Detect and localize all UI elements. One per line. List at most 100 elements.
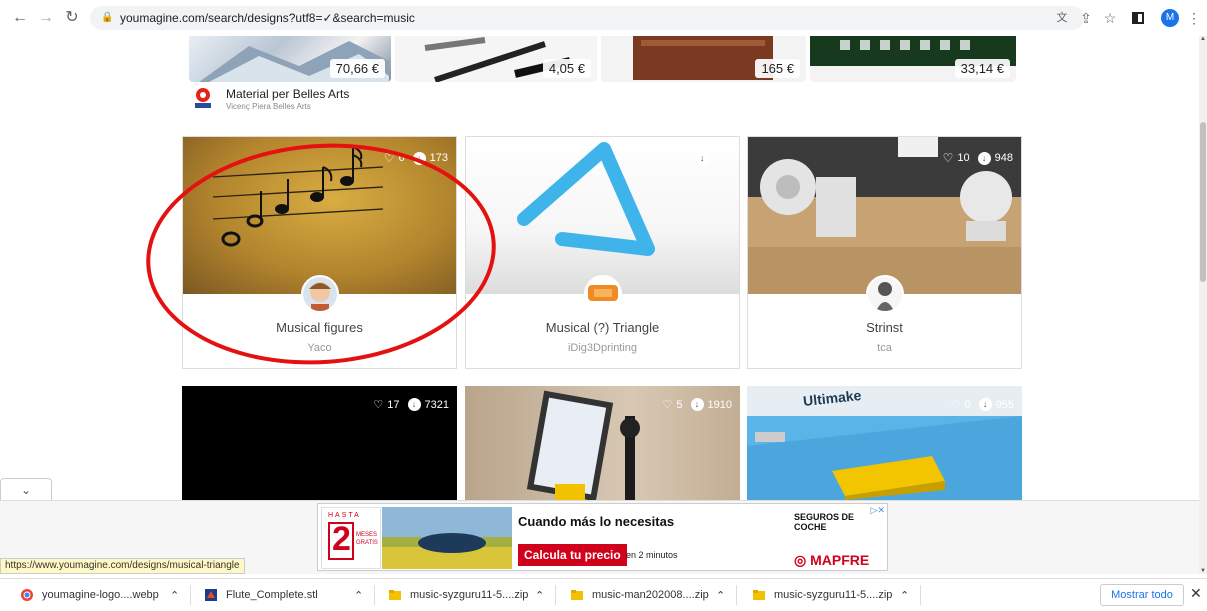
author-avatar[interactable] [866,275,904,313]
idig-logo-avatar [588,285,618,301]
product-price: 165 € [755,59,800,78]
download-separator [920,585,921,605]
reload-icon[interactable]: ↻ [62,8,82,28]
heart-icon: ♡ [950,399,961,411]
chevron-up-icon[interactable]: ⌃ [535,579,544,611]
likes-count: 10 [957,152,970,164]
ad-gratis: GRATIS [356,540,378,546]
design-thumbnail[interactable]: ♡ 10 ↓ 948 [748,137,1021,294]
download-icon: ↓ [407,398,421,411]
scroll-down-arrow-icon[interactable]: ▼ [1199,568,1207,574]
download-item[interactable]: music-man202008....zip [570,579,709,611]
chevron-up-icon[interactable]: ⌃ [900,579,909,611]
author-avatar[interactable] [584,275,622,313]
ad-car-image [382,507,512,569]
lock-icon: 🔒 [101,12,114,23]
downloads-count: 7321 [424,398,449,411]
scrollbar-thumb[interactable] [1200,122,1206,282]
product-price: 70,66 € [329,59,385,78]
chrome-file-icon [21,589,33,601]
download-item[interactable]: Flute_Complete.stl [204,579,318,611]
bookmark-star-icon[interactable]: ☆ [1100,8,1120,28]
download-filename: music-man202008....zip [592,589,709,601]
design-stats: ♡ 0 ↓ 955 [951,398,1014,411]
design-card[interactable]: ♡ 5 ↓ 1910 [465,386,740,500]
profile-avatar[interactable]: M [1161,9,1179,27]
design-card[interactable]: ♡ 0 ↓ 247 Musical (?) Triangle iDig3Dpri… [465,136,740,369]
chevron-up-icon[interactable]: ⌃ [716,579,725,611]
design-author[interactable]: tca [748,342,1021,354]
download-item[interactable]: youmagine-logo....webp [20,579,159,611]
downloads-count: 1910 [707,398,732,411]
ad-cta-button[interactable]: Calcula tu precio [518,544,627,566]
download-separator [190,585,191,605]
product-card[interactable]: 70,66 € [189,36,391,82]
chevron-down-icon: ⌄ [20,483,32,497]
chevron-up-icon[interactable]: ⌃ [170,579,179,611]
likes-count: 0 [681,152,688,164]
design-author[interactable]: iDig3Dprinting [466,342,739,354]
download-separator [736,585,737,605]
folder-zip-icon [753,590,765,600]
status-url-bubble: https://www.youmagine.com/designs/musica… [0,558,245,574]
heart-icon: ♡ [373,399,384,411]
design-card[interactable]: Ultimake ♡ 0 ↓ 955 [747,386,1022,500]
downloads-count: 955 [995,398,1014,411]
design-thumbnail[interactable]: ♡ 0 ↓ 247 [466,137,739,294]
menu-kebab-icon[interactable]: ⋮ [1184,8,1204,28]
product-price: 4,05 € [542,59,591,78]
heart-icon: ♡ [662,399,673,411]
side-panel-icon[interactable] [1128,8,1148,28]
design-card[interactable]: ♡ 17 ↓ 7321 [182,386,457,500]
design-card[interactable]: ♡ 10 ↓ 948 Strinst tca [747,136,1022,369]
downloads-count: 173 [429,152,448,164]
heart-icon: ♡ [666,151,678,165]
ad-cta-note: en 2 minutos [626,550,678,560]
product-card[interactable]: 4,05 € [395,36,597,82]
downloads-count: 948 [994,152,1013,164]
mapfre-ad[interactable]: HASTA 2 MESES GRATIS Cuando más lo neces… [317,503,888,571]
downloads-bar: youmagine-logo....webp ⌃ Flute_Complete.… [0,578,1207,610]
download-item[interactable]: music-syzguru11-5....zip [752,579,892,611]
advertiser-logo[interactable] [193,87,213,109]
design-stats: ♡ 17 ↓ 7321 [373,398,449,411]
product-card[interactable]: 33,14 € [810,36,1016,82]
heart-icon: ♡ [942,151,954,165]
browser-toolbar: ← → ↻ 🔒 youmagine.com/search/designs?utf… [0,0,1207,36]
product-card[interactable]: 165 € [601,36,806,82]
download-filename: Flute_Complete.stl [226,589,318,601]
stl-file-icon [205,589,217,601]
scroll-up-arrow-icon[interactable]: ▲ [1199,36,1207,42]
advertiser-name[interactable]: Material per Belles Arts [226,87,349,101]
ad-brand: ◎ MAPFRE [794,552,869,569]
translate-icon[interactable]: 文 [1052,8,1072,28]
product-price: 33,14 € [954,59,1010,78]
ad-headline: Cuando más lo necesitas [518,514,675,529]
ad-promo-box: HASTA 2 MESES GRATIS [321,507,381,569]
back-arrow-icon[interactable]: ← [10,8,30,28]
download-icon: ↓ [690,398,704,411]
share-icon[interactable]: ⇪ [1076,8,1096,28]
design-title[interactable]: Strinst [748,320,1021,335]
download-item[interactable]: music-syzguru11-5....zip [388,579,528,611]
statue-bust-avatar [868,277,902,311]
adchoices-close-icon[interactable]: ▷✕ [871,505,885,516]
forward-arrow-icon[interactable]: → [36,8,56,28]
advertiser-subtitle: Vicenç Piera Belles Arts [226,102,311,111]
address-bar[interactable]: 🔒 youmagine.com/search/designs?utf8=✓&se… [90,6,1084,30]
close-downloads-icon[interactable]: ✕ [1190,585,1202,602]
address-url: youmagine.com/search/designs?utf8=✓&sear… [120,11,415,25]
mapfre-logo-icon: ◎ [794,552,811,568]
show-all-downloads-button[interactable]: Mostrar todo [1100,584,1184,606]
design-title[interactable]: Musical (?) Triangle [466,320,739,335]
download-filename: music-syzguru11-5....zip [410,589,529,601]
download-filename: youmagine-logo....webp [42,589,159,601]
design-stats: ♡ 5 ↓ 1910 [663,398,732,411]
collapse-ad-tab[interactable]: ⌄ [0,478,52,500]
ad-number: 2 [332,520,351,558]
design-stats: ♡ 10 ↓ 948 [943,151,1013,165]
chevron-up-icon[interactable]: ⌃ [354,579,363,611]
page-scrollbar[interactable]: ▲ ▼ [1199,36,1207,574]
download-separator [374,585,375,605]
likes-count: 17 [387,398,400,411]
